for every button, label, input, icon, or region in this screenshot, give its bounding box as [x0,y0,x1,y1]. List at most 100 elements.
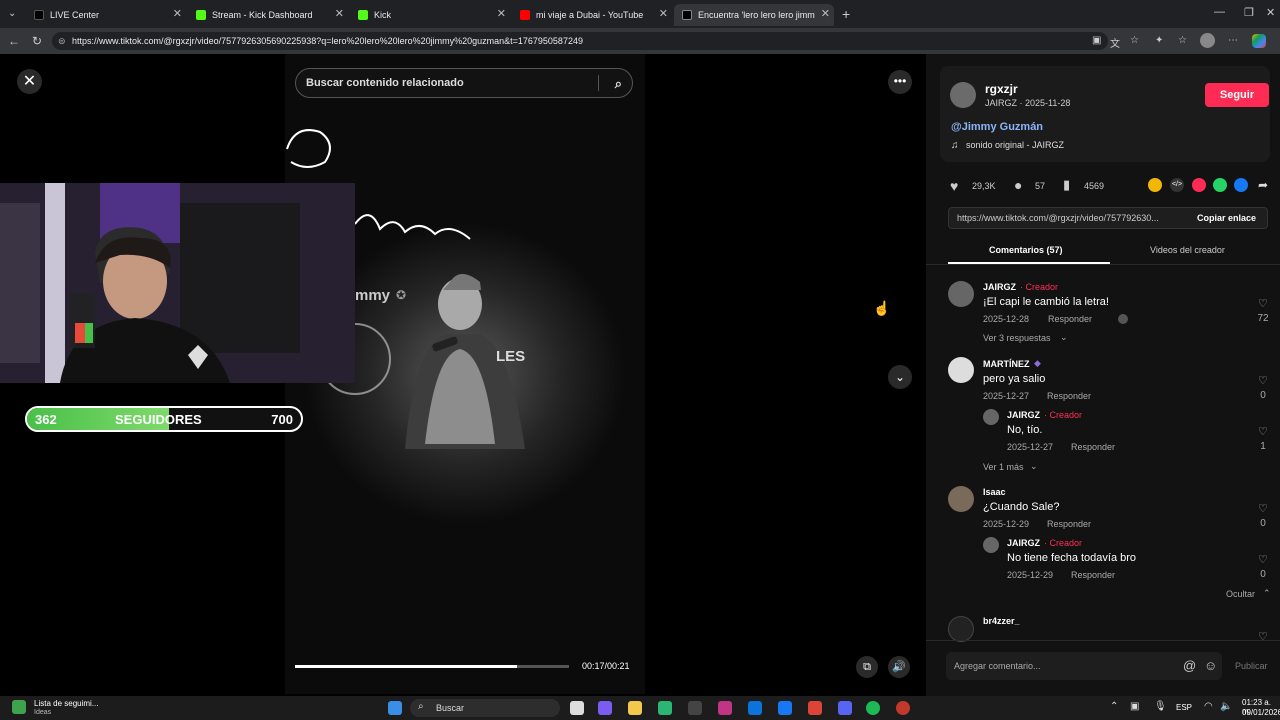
taskbar-search[interactable]: ⌕ Buscar [410,699,560,717]
obs-icon[interactable] [896,701,910,715]
reply-button[interactable]: Responder [1071,570,1115,580]
comment-avatar[interactable] [948,486,974,512]
task-view-icon[interactable] [570,701,584,715]
reply-author[interactable]: JAIRGZ [1007,410,1040,420]
store-icon[interactable] [688,701,702,715]
spotify-icon[interactable] [866,701,880,715]
tab-live-center[interactable]: LIVE Center ✕ [26,4,186,26]
start-windows-icon[interactable] [388,701,402,715]
reload-icon[interactable]: ↻ [32,34,42,48]
video-link[interactable]: https://www.tiktok.com/@rgxzjr/video/757… [957,213,1159,223]
close-tab-icon[interactable]: ✕ [497,7,506,20]
maximize-icon[interactable]: ❐ [1244,6,1254,19]
widget-icon[interactable] [12,700,26,714]
copilot-app-icon[interactable] [598,701,612,715]
repost-icon[interactable] [1148,178,1162,192]
tray-chevron-icon[interactable]: ⌃ [1110,701,1118,712]
translate-icon[interactable]: 文 [1110,35,1120,50]
reply-author[interactable]: JAIRGZ [1007,538,1040,548]
speaker-icon[interactable]: 🔈 [1220,701,1232,712]
window-close-icon[interactable]: ✕ [1266,6,1275,19]
comment-author[interactable]: br4zzer_ [983,616,1020,626]
reply-button[interactable]: Responder [1047,391,1091,401]
volume-button[interactable]: 🔊 [888,656,910,678]
minimize-icon[interactable]: — [1214,6,1225,18]
whatsapp-icon[interactable] [1213,178,1227,192]
language-indicator[interactable]: ESP [1176,703,1192,712]
tab-menu-icon[interactable]: ⌄ [8,8,16,19]
comment-avatar[interactable] [948,281,974,307]
video-progress-bar[interactable] [295,665,569,668]
close-tab-icon[interactable]: ✕ [335,7,344,20]
favorite-star-icon[interactable]: ☆ [1130,35,1139,46]
comment-author[interactable]: Isaac [983,487,1006,497]
comment-avatar[interactable] [948,357,974,383]
reply-avatar[interactable] [983,409,999,425]
embed-icon[interactable]: </> [1170,178,1184,192]
close-tab-icon[interactable]: ✕ [173,7,182,20]
install-app-icon[interactable]: ▣ [1092,35,1101,46]
site-info-icon[interactable]: ⊜ [58,32,66,50]
reply-like-icon[interactable]: ♡ [1258,553,1268,566]
author-username[interactable]: rgxzjr [985,82,1018,96]
chrome-icon[interactable] [808,701,822,715]
search-icon[interactable]: ⌕ [615,70,622,98]
reply-button[interactable]: Responder [1048,314,1092,324]
new-tab-icon[interactable]: + [842,6,850,22]
tab-kick[interactable]: Kick ✕ [350,4,510,26]
like-icon[interactable]: ♥ [950,178,958,194]
extensions-icon[interactable]: ✦ [1155,35,1163,46]
tab-youtube[interactable]: mi viaje a Dubai - YouTube ✕ [512,4,672,26]
author-avatar[interactable] [950,82,976,108]
bookmark-icon[interactable]: ▮ [1063,177,1070,193]
tab-comments[interactable]: Comentarios (57) [989,245,1063,255]
reply-like-icon[interactable]: ♡ [1258,425,1268,438]
pip-button[interactable]: ⧉ [856,656,878,678]
profile-avatar[interactable] [1200,33,1215,48]
tray-app-icon[interactable]: ▣ [1130,701,1139,712]
instagram-icon[interactable] [718,701,732,715]
mention-at-icon[interactable]: @ [1183,658,1196,673]
follow-button[interactable]: Seguir [1205,83,1269,107]
reply-button[interactable]: Responder [1047,519,1091,529]
mail-icon[interactable] [748,701,762,715]
share-arrow-icon[interactable]: ➦ [1258,178,1268,192]
wifi-icon[interactable]: ◠ [1204,701,1213,712]
comment-author[interactable]: MARTÍNEZ [983,359,1030,369]
facebook-app-icon[interactable] [778,701,792,715]
comment-like-icon[interactable]: ♡ [1258,630,1268,643]
menu-dots-icon[interactable]: ⋯ [1228,35,1238,46]
comment-like-icon[interactable]: ♡ [1258,297,1268,310]
reply-avatar[interactable] [983,537,999,553]
copilot-icon[interactable] [1252,34,1266,48]
send-icon[interactable] [1192,178,1206,192]
tab-creator-videos[interactable]: Videos del creador [1150,245,1225,255]
close-video-button[interactable]: ✕ [17,69,42,94]
emoji-icon[interactable]: ☺ [1204,658,1217,673]
comment-author[interactable]: JAIRGZ [983,282,1016,292]
file-explorer-icon[interactable] [628,701,642,715]
view-more-button[interactable]: Ver 1 más [983,462,1024,472]
back-icon[interactable]: ← [8,34,20,48]
mic-icon[interactable]: 🎙 [1154,701,1167,712]
edge-icon[interactable] [658,701,672,715]
tab-tiktok-search[interactable]: Encuentra 'lero lero lero jimm ✕ [674,4,834,26]
reply-button[interactable]: Responder [1071,442,1115,452]
copy-link-button[interactable]: Copiar enlace [1197,213,1256,223]
url-input[interactable]: ⊜ https://www.tiktok.com/@rgxzjr/video/7… [52,32,1108,50]
comment-like-icon[interactable]: ♡ [1258,502,1268,515]
close-tab-icon[interactable]: ✕ [821,7,830,20]
comment-avatar[interactable] [948,616,974,642]
publish-button[interactable]: Publicar [1235,661,1268,671]
comment-like-icon[interactable]: ♡ [1258,374,1268,387]
view-replies-button[interactable]: Ver 3 respuestas [983,333,1051,343]
close-tab-icon[interactable]: ✕ [659,7,668,20]
hide-replies-button[interactable]: Ocultar [1226,589,1255,599]
sound-name[interactable]: sonido original - JAIRGZ [966,140,1064,150]
favorites-icon[interactable]: ☆ [1178,35,1187,46]
comment-icon[interactable]: ● [1014,177,1022,193]
facebook-icon[interactable] [1234,178,1248,192]
mention-link[interactable]: @Jimmy Guzmán [951,121,1043,133]
widget-title[interactable]: Lista de seguimi... [34,699,98,708]
discord-icon[interactable] [838,701,852,715]
